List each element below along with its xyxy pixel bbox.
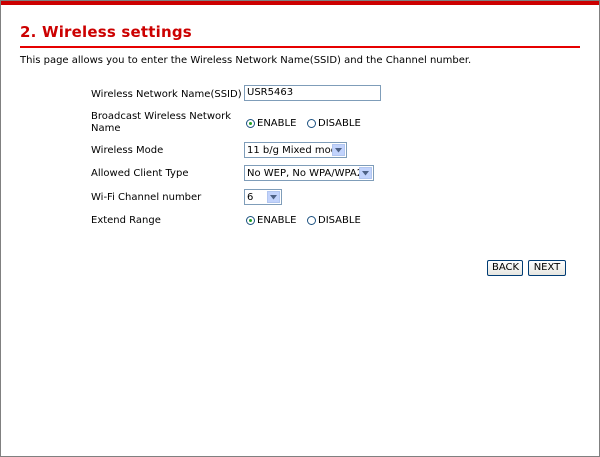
broadcast-enable-label: ENABLE	[257, 118, 297, 129]
extend-range-disable-radio[interactable]: DISABLE	[307, 215, 361, 226]
wireless-mode-value: 11 b/g Mixed mode	[247, 145, 344, 156]
radio-selected-icon	[246, 216, 255, 225]
radio-unselected-icon	[307, 216, 316, 225]
chevron-down-icon	[267, 191, 280, 203]
ssid-label: Wireless Network Name(SSID)	[91, 89, 242, 100]
wireless-mode-label: Wireless Mode	[91, 145, 164, 156]
page-intro: This page allows you to enter the Wirele…	[20, 55, 472, 66]
extend-range-disable-label: DISABLE	[318, 215, 361, 226]
ssid-input[interactable]: USR5463	[244, 85, 381, 101]
wireless-mode-select[interactable]: 11 b/g Mixed mode	[244, 142, 347, 158]
extend-range-label: Extend Range	[91, 215, 161, 226]
broadcast-disable-radio[interactable]: DISABLE	[307, 118, 361, 129]
channel-select[interactable]: 6	[244, 189, 282, 205]
client-type-value: No WEP, No WPA/WPA2	[247, 168, 364, 179]
extend-range-enable-radio[interactable]: ENABLE	[246, 215, 296, 226]
radio-selected-icon	[246, 119, 255, 128]
page-title: 2. Wireless settings	[20, 23, 192, 41]
extend-range-enable-label: ENABLE	[257, 215, 297, 226]
radio-unselected-icon	[307, 119, 316, 128]
next-button[interactable]: NEXT	[528, 260, 566, 276]
broadcast-label: Broadcast Wireless Network Name	[91, 111, 232, 134]
top-accent-bar	[1, 1, 599, 5]
client-type-label: Allowed Client Type	[91, 168, 189, 179]
title-divider	[20, 46, 580, 48]
chevron-down-icon	[332, 144, 345, 156]
channel-label: Wi-Fi Channel number	[91, 192, 202, 203]
broadcast-disable-label: DISABLE	[318, 118, 361, 129]
chevron-down-icon	[359, 167, 372, 179]
client-type-select[interactable]: No WEP, No WPA/WPA2	[244, 165, 374, 181]
wizard-page: 2. Wireless settings This page allows yo…	[0, 0, 600, 457]
back-button[interactable]: BACK	[487, 260, 523, 276]
broadcast-enable-radio[interactable]: ENABLE	[246, 118, 296, 129]
channel-value: 6	[247, 192, 254, 203]
